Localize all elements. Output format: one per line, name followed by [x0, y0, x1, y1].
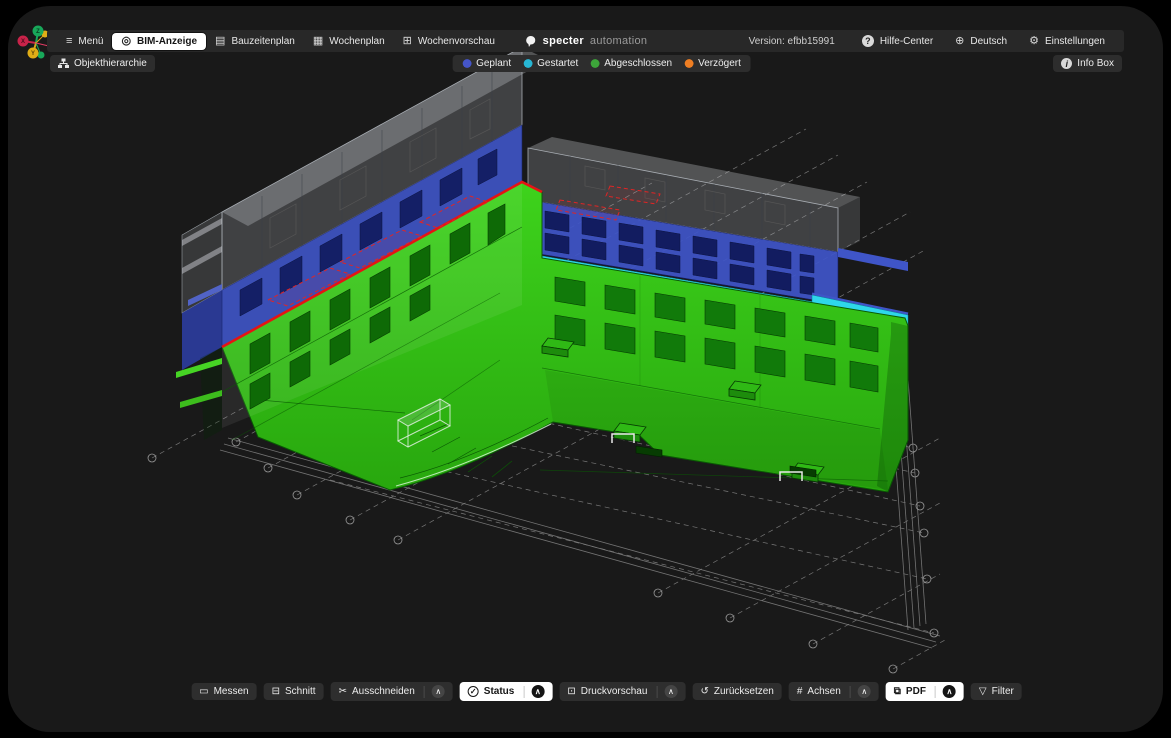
tab-label: BIM-Anzeige [137, 36, 197, 47]
druckvorschau-button[interactable]: ⊡ Druckvorschau ∧ [559, 682, 685, 701]
help-label: Hilfe-Center [880, 36, 933, 47]
pdf-button[interactable]: ⧉ PDF ∧ [886, 682, 964, 701]
legend-item-verzoegert: Verzögert [684, 58, 741, 69]
top-toolbar: ≡ Menü ◎ BIM-Anzeige ▤ Bauzeitenplan ▦ W… [47, 30, 1124, 52]
filter-button[interactable]: ▽ Filter [971, 683, 1022, 700]
gestartet-dot [523, 59, 532, 68]
ruler-icon: ▭ [199, 687, 208, 697]
legend-label: Gestartet [537, 58, 578, 69]
pdf-menu-badge[interactable]: ∧ [943, 685, 956, 698]
building-model [176, 47, 908, 492]
legend-item-geplant: Geplant [462, 58, 511, 69]
button-label: Zurücksetzen [714, 686, 774, 697]
abgeschlossen-dot [590, 59, 599, 68]
check-circle-icon: ✓ [468, 686, 479, 697]
app-window: X Z Y ≡ Menü ◎ BIM-Anzeige ▤ Bauzeitenpl… [8, 6, 1163, 732]
hamburger-menu-icon: ≡ [66, 36, 72, 47]
button-label: Ausschneiden [352, 686, 415, 697]
legend-label: Geplant [476, 58, 511, 69]
info-box-button[interactable]: i Info Box [1053, 55, 1122, 72]
button-label: Druckvorschau [581, 686, 648, 697]
week-plan-icon: ▦ [313, 36, 323, 47]
3d-viewport[interactable]: X Z Y [8, 6, 1163, 732]
language-label: Deutsch [970, 36, 1007, 47]
axes-grid-icon: # [797, 687, 803, 697]
gizmo-y-label: Y [31, 51, 35, 57]
menu-button[interactable]: ≡ Menü [57, 33, 112, 50]
tab-label: Wochenplan [329, 36, 384, 47]
schnitt-button[interactable]: ⊟ Schnitt [264, 683, 324, 700]
building-model-canvas [8, 6, 1163, 732]
button-label: Schnitt [285, 686, 316, 697]
menu-label: Menü [78, 36, 103, 47]
gear-icon: ⚙ [1029, 36, 1039, 47]
pdf-document-icon: ⧉ [894, 687, 901, 697]
schedule-icon: ▤ [215, 36, 225, 47]
language-button[interactable]: ⊕ Deutsch [946, 33, 1016, 50]
specter-logo-icon [524, 35, 537, 48]
filter-funnel-icon: ▽ [979, 687, 987, 697]
button-label: Messen [214, 686, 249, 697]
info-box-label: Info Box [1077, 58, 1114, 69]
gizmo-z-label: Z [36, 29, 40, 35]
divider [850, 686, 851, 698]
tab-bauzeitenplan[interactable]: ▤ Bauzeitenplan [206, 33, 304, 50]
divider [935, 686, 936, 698]
globe-icon: ⊕ [955, 36, 964, 47]
hierarchy-tree-icon [58, 58, 69, 69]
achsen-button[interactable]: # Achsen ∧ [789, 682, 879, 701]
bim-view-icon: ◎ [121, 36, 131, 47]
legend-item-gestartet: Gestartet [523, 58, 578, 69]
tab-bim-anzeige[interactable]: ◎ BIM-Anzeige [112, 33, 206, 50]
button-label: Filter [992, 686, 1014, 697]
verzoegert-dot [684, 59, 693, 68]
brand-name: specter [543, 35, 584, 47]
divider [523, 686, 524, 698]
tab-label: Wochenvorschau [418, 36, 495, 47]
brand-suffix: automation [590, 35, 647, 47]
legend-item-abgeschlossen: Abgeschlossen [590, 58, 672, 69]
version-label: Version: efbb15991 [743, 36, 849, 47]
druckvorschau-menu-badge[interactable]: ∧ [664, 685, 677, 698]
object-hierarchy-label: Objekthierarchie [74, 58, 147, 69]
status-legend: Geplant Gestartet Abgeschlossen Verzöger… [452, 55, 751, 72]
object-hierarchy-button[interactable]: Objekthierarchie [50, 55, 155, 72]
tab-label: Bauzeitenplan [231, 36, 294, 47]
week-preview-icon: ⊞ [403, 36, 412, 47]
settings-button[interactable]: ⚙ Einstellungen [1020, 33, 1114, 50]
achsen-menu-badge[interactable]: ∧ [858, 685, 871, 698]
zuruecksetzen-button[interactable]: ↺ Zurücksetzen [692, 683, 781, 700]
info-icon: i [1061, 58, 1072, 69]
tab-wochenvorschau[interactable]: ⊞ Wochenvorschau [394, 33, 504, 50]
button-label: Status [484, 686, 515, 697]
settings-label: Einstellungen [1045, 36, 1105, 47]
legend-label: Verzögert [698, 58, 741, 69]
ausschneiden-button[interactable]: ✂ Ausschneiden ∧ [331, 682, 453, 701]
status-button[interactable]: ✓ Status ∧ [460, 682, 553, 701]
button-label: PDF [906, 686, 926, 697]
tab-wochenplan[interactable]: ▦ Wochenplan [304, 33, 394, 50]
divider [424, 686, 425, 698]
bottom-toolbar: ▭ Messen ⊟ Schnitt ✂ Ausschneiden ∧ ✓ St… [191, 682, 1022, 701]
gizmo-x-label: X [21, 39, 25, 45]
brand-logo: specter automation [524, 35, 648, 48]
messen-button[interactable]: ▭ Messen [191, 683, 256, 700]
geplant-dot [462, 59, 471, 68]
legend-label: Abgeschlossen [604, 58, 672, 69]
scissors-icon: ✂ [339, 687, 347, 697]
ausschneiden-menu-badge[interactable]: ∧ [432, 685, 445, 698]
button-label: Achsen [807, 686, 840, 697]
status-menu-badge[interactable]: ∧ [531, 685, 544, 698]
reset-icon: ↺ [700, 687, 708, 697]
printer-icon: ⊡ [567, 687, 575, 697]
help-center-button[interactable]: ? Hilfe-Center [853, 32, 942, 50]
section-icon: ⊟ [272, 687, 280, 697]
help-icon: ? [862, 35, 874, 47]
divider [656, 686, 657, 698]
